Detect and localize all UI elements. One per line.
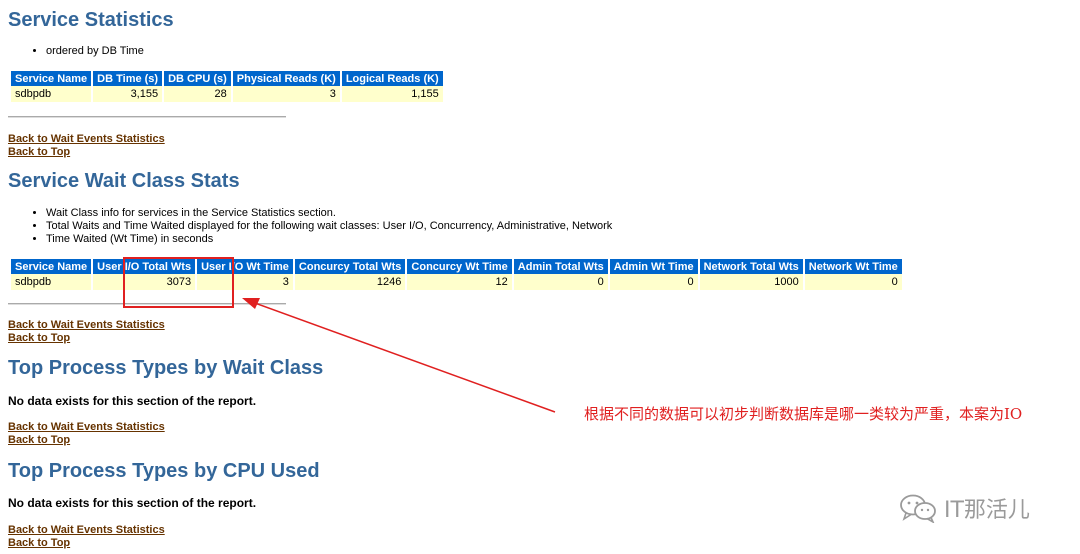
wechat-icon bbox=[900, 494, 936, 523]
watermark-text: IT那活儿 bbox=[944, 498, 1030, 523]
annotation-arrow bbox=[242, 298, 556, 413]
watermark: IT那活儿 bbox=[898, 492, 1030, 524]
annotation-text: 根据不同的数据可以初步判断数据库是哪一类较为严重，本案为IO bbox=[584, 405, 1023, 423]
